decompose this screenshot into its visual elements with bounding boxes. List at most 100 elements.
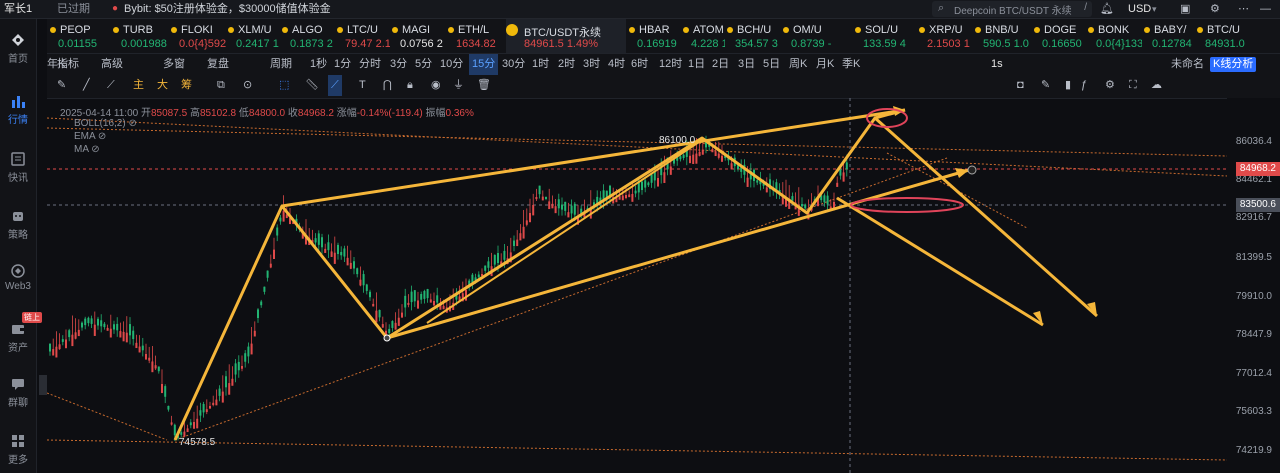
multi-window-button[interactable]: 多窗 bbox=[163, 54, 185, 75]
currency-select[interactable]: USD bbox=[1128, 0, 1151, 18]
sidebar-item-market[interactable]: 行情 bbox=[0, 94, 36, 126]
interval-option[interactable]: 6时 bbox=[631, 54, 648, 75]
interval-option[interactable]: 3日 bbox=[738, 54, 755, 75]
minimize-icon[interactable]: — bbox=[1260, 0, 1271, 18]
trend-tool-icon[interactable]: ⟋ bbox=[328, 75, 342, 96]
wallet-icon[interactable]: ▣ bbox=[1180, 0, 1190, 18]
ticker-item[interactable]: PEOP 0.01155 bbox=[50, 19, 110, 53]
indicator-boll[interactable]: BOLL(16,2) ⊘ bbox=[74, 118, 137, 129]
ray-tool-icon[interactable]: ⟋ bbox=[107, 75, 115, 96]
select-tool-icon[interactable]: ⬚ bbox=[279, 75, 289, 96]
refresh-interval-select[interactable]: 1s bbox=[991, 54, 1003, 75]
lock-icon[interactable]: 🔒︎ bbox=[407, 75, 413, 96]
interval-option[interactable]: 1分 bbox=[334, 54, 351, 75]
sidebar-item-assets[interactable]: 资产 链上 bbox=[0, 312, 42, 354]
indicator-ema[interactable]: EMA ⊘ bbox=[74, 131, 106, 142]
eye-off-icon[interactable]: ⊘ bbox=[98, 131, 106, 142]
interval-option[interactable]: 10分 bbox=[440, 54, 463, 75]
sidebar-item-news[interactable]: 快讯 bbox=[0, 152, 36, 184]
ticker-item[interactable]: BONK 0.0{4}133 bbox=[1088, 19, 1142, 53]
layout-name-select[interactable]: 未命名 bbox=[1171, 54, 1204, 75]
line-tool-icon[interactable]: ╱ bbox=[83, 75, 90, 96]
interval-option[interactable]: 15分 bbox=[469, 54, 499, 75]
ticker-item-selected[interactable]: BTC/USDT永续 84961.5 1.49% bbox=[506, 19, 626, 53]
interval-option[interactable]: 1秒 bbox=[310, 54, 327, 75]
advanced-button[interactable]: 高级 bbox=[101, 54, 123, 75]
bell-icon[interactable]: 🔔︎ bbox=[1100, 0, 1114, 18]
search-input[interactable]: Deepcoin BTC/USDT 永续 bbox=[954, 2, 1072, 17]
ticker-item[interactable]: SOL/U 133.59 4 bbox=[855, 19, 917, 53]
candlestick-chart[interactable]: 86100.0 74578.5 bbox=[47, 98, 1227, 473]
ad-banner[interactable]: Bybit: $50注册体验金，$30000储值体验金 bbox=[124, 0, 331, 18]
ticker-item[interactable]: OM/U 0.8739 - bbox=[783, 19, 853, 53]
ticker-item[interactable]: ALGO 0.1873 2 bbox=[282, 19, 335, 53]
ticker-item[interactable]: BNB/U 590.5 1.0 bbox=[975, 19, 1032, 53]
interval-option[interactable]: 分时 bbox=[359, 54, 381, 75]
sidebar-item-strategy[interactable]: 策略 bbox=[0, 209, 36, 241]
interval-option[interactable]: 2时 bbox=[558, 54, 575, 75]
interval-option[interactable]: 1时 bbox=[532, 54, 549, 75]
sidebar-item-more[interactable]: 更多 bbox=[0, 434, 36, 466]
magnet-icon[interactable]: ⋂ bbox=[383, 75, 392, 96]
ticker-item[interactable]: TURB 0.001988 bbox=[113, 19, 169, 53]
ticker-item[interactable]: ETH/L 1634.82 bbox=[448, 19, 504, 53]
search-box[interactable]: ⌕ Deepcoin BTC/USDT 永续 / bbox=[932, 1, 1092, 17]
eye-off-icon[interactable]: ⊘ bbox=[128, 118, 136, 129]
sidebar-item-web3[interactable]: Web3 bbox=[0, 264, 36, 292]
collapse-handle[interactable] bbox=[39, 375, 47, 395]
interval-option[interactable]: 季K bbox=[842, 54, 860, 75]
edit-icon[interactable]: ✎ bbox=[1041, 75, 1050, 96]
user-name[interactable]: 军长1 bbox=[4, 0, 32, 18]
interval-option[interactable]: 4时 bbox=[608, 54, 625, 75]
interval-option[interactable]: 5日 bbox=[763, 54, 780, 75]
interval-option[interactable]: 3分 bbox=[390, 54, 407, 75]
period-select[interactable]: 周期 bbox=[270, 54, 292, 75]
camera-icon[interactable]: ◘ bbox=[1017, 75, 1024, 96]
ticker-item[interactable]: HBAR 0.16919 bbox=[629, 19, 681, 53]
quick-main-button[interactable]: 主 bbox=[133, 75, 144, 96]
pencil-icon[interactable]: ✎ bbox=[57, 75, 66, 96]
sidebar-item-home[interactable]: 首页 bbox=[0, 33, 36, 65]
copy-icon[interactable]: ⧉ bbox=[217, 75, 225, 96]
settings-icon[interactable]: ⚙ bbox=[1105, 75, 1115, 96]
settings-icon[interactable]: ⚙ bbox=[1210, 0, 1220, 18]
ticker-item[interactable]: ATOM 4.228 1.9 bbox=[683, 19, 725, 53]
interval-option[interactable]: 3时 bbox=[583, 54, 600, 75]
trash-icon[interactable]: 🗑︎ bbox=[477, 75, 491, 96]
target-icon[interactable]: ⊙ bbox=[243, 75, 252, 96]
interval-option[interactable]: 1日 bbox=[688, 54, 705, 75]
bars-icon[interactable]: ▮ bbox=[1065, 75, 1071, 96]
quick-chip-button[interactable]: 筹 bbox=[181, 75, 192, 96]
interval-option[interactable]: 12时 bbox=[659, 54, 682, 75]
quick-big-button[interactable]: 大 bbox=[157, 75, 168, 96]
fullscreen-icon[interactable]: ⛶ bbox=[1129, 75, 1137, 96]
ticker-item[interactable]: FLOKI 0.0{4}592 bbox=[171, 19, 226, 53]
replay-button[interactable]: 复盘 bbox=[207, 54, 229, 75]
interval-option[interactable]: 年K bbox=[47, 54, 65, 75]
ticker-item[interactable]: XLM/U 0.2417 1 bbox=[228, 19, 280, 53]
ticker-item[interactable]: BTC/U 84931.0 bbox=[1197, 19, 1257, 53]
indicator-ma[interactable]: MA ⊘ bbox=[74, 144, 100, 155]
sidebar-item-chat[interactable]: 群聊 bbox=[0, 377, 36, 409]
interval-option[interactable]: 月K bbox=[816, 54, 834, 75]
eye-off-icon[interactable]: ⊘ bbox=[91, 144, 99, 155]
interval-option[interactable]: 30分 bbox=[502, 54, 525, 75]
ticker-item[interactable]: XRP/U 2.1503 1 bbox=[919, 19, 973, 53]
ticker-item[interactable]: LTC/U 79.47 2.1 bbox=[337, 19, 390, 53]
text-tool-icon[interactable]: T bbox=[359, 75, 366, 96]
ruler-icon[interactable]: 📏︎ bbox=[305, 75, 319, 96]
price-axis[interactable]: 86036.4 84462.1 82916.7 81399.5 79910.0 78447… bbox=[1227, 98, 1280, 473]
ticker-item[interactable]: BABY/0.12784 bbox=[1144, 19, 1196, 53]
function-icon[interactable]: ƒ bbox=[1081, 75, 1087, 96]
interval-option[interactable]: 5分 bbox=[415, 54, 432, 75]
interval-option[interactable]: 2日 bbox=[712, 54, 729, 75]
ticker-item[interactable]: BCH/U 354.57 3 bbox=[727, 19, 781, 53]
more-icon[interactable]: ⋯ bbox=[1238, 0, 1249, 18]
ticker-item[interactable]: MAGI 0.0756 2 bbox=[392, 19, 446, 53]
ticker-item[interactable]: DOGE 0.16650 bbox=[1034, 19, 1086, 53]
interval-option[interactable]: 周K bbox=[789, 54, 807, 75]
eye-icon[interactable]: ◉ bbox=[431, 75, 441, 96]
kline-analysis-button[interactable]: K线分析 bbox=[1210, 57, 1257, 72]
cloud-icon[interactable]: ☁ bbox=[1151, 75, 1162, 96]
filter-icon[interactable]: ⏚ bbox=[453, 75, 464, 96]
